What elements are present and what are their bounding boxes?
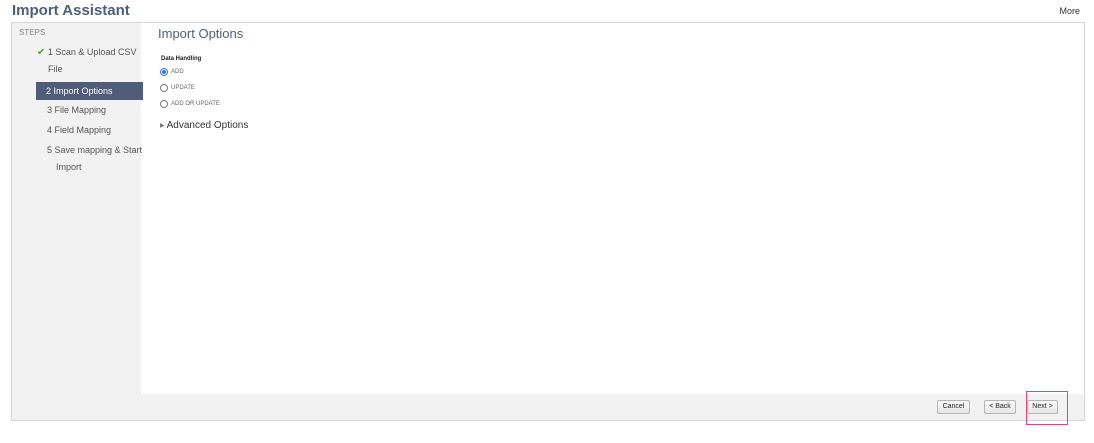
page-title: Import Assistant (12, 2, 130, 19)
radio-button[interactable] (160, 84, 168, 92)
data-handling-label: Data Handling (161, 56, 202, 62)
more-link[interactable]: More (1059, 6, 1080, 16)
cancel-button[interactable]: Cancel (937, 400, 970, 414)
next-button-highlight (1026, 391, 1068, 425)
radio-label: UPDATE (171, 85, 195, 91)
step-label-continued: Import (56, 162, 82, 172)
advanced-options-label: Advanced Options (166, 120, 249, 131)
section-title: Import Options (158, 26, 244, 41)
radio-update[interactable]: UPDATE (160, 82, 195, 94)
step-label: 2 Import Options (46, 86, 113, 96)
wizard-footer: Cancel < Back Next > (141, 394, 1084, 420)
step-label: 4 Field Mapping (47, 125, 112, 135)
radio-button[interactable] (160, 68, 168, 76)
import-wizard-panel: STEPS ✔ 1 Scan & Upload CSV File 2 Impor… (11, 22, 1085, 421)
step-label: 1 Scan & Upload CSV (47, 47, 137, 57)
radio-button[interactable] (160, 100, 168, 108)
radio-label: ADD OR UPDATE (171, 101, 220, 107)
back-button[interactable]: < Back (984, 400, 1016, 414)
step-file-mapping[interactable]: 3 File Mapping (47, 102, 153, 119)
step-save-mapping-start-import[interactable]: 5 Save mapping & Start Import (47, 142, 147, 176)
step-label: 3 File Mapping (47, 105, 107, 115)
checkmark-icon: ✔ (37, 47, 46, 58)
steps-sidebar: STEPS ✔ 1 Scan & Upload CSV File 2 Impor… (12, 23, 143, 420)
steps-header: STEPS (19, 28, 46, 37)
advanced-options-toggle[interactable]: ▶ Advanced Options (160, 120, 248, 131)
step-label-continued: File (48, 64, 63, 74)
step-label: 5 Save mapping & Start (47, 145, 143, 155)
step-scan-upload[interactable]: ✔ 1 Scan & Upload CSV File (37, 44, 143, 78)
main-content: Import Options Data Handling ADD UPDATE … (141, 23, 1084, 420)
radio-label: ADD (171, 69, 184, 75)
step-field-mapping[interactable]: 4 Field Mapping (47, 122, 153, 139)
radio-add-or-update[interactable]: ADD OR UPDATE (160, 98, 220, 110)
caret-right-icon: ▶ (160, 123, 165, 129)
radio-add[interactable]: ADD (160, 66, 184, 78)
step-import-options[interactable]: 2 Import Options (36, 82, 143, 100)
